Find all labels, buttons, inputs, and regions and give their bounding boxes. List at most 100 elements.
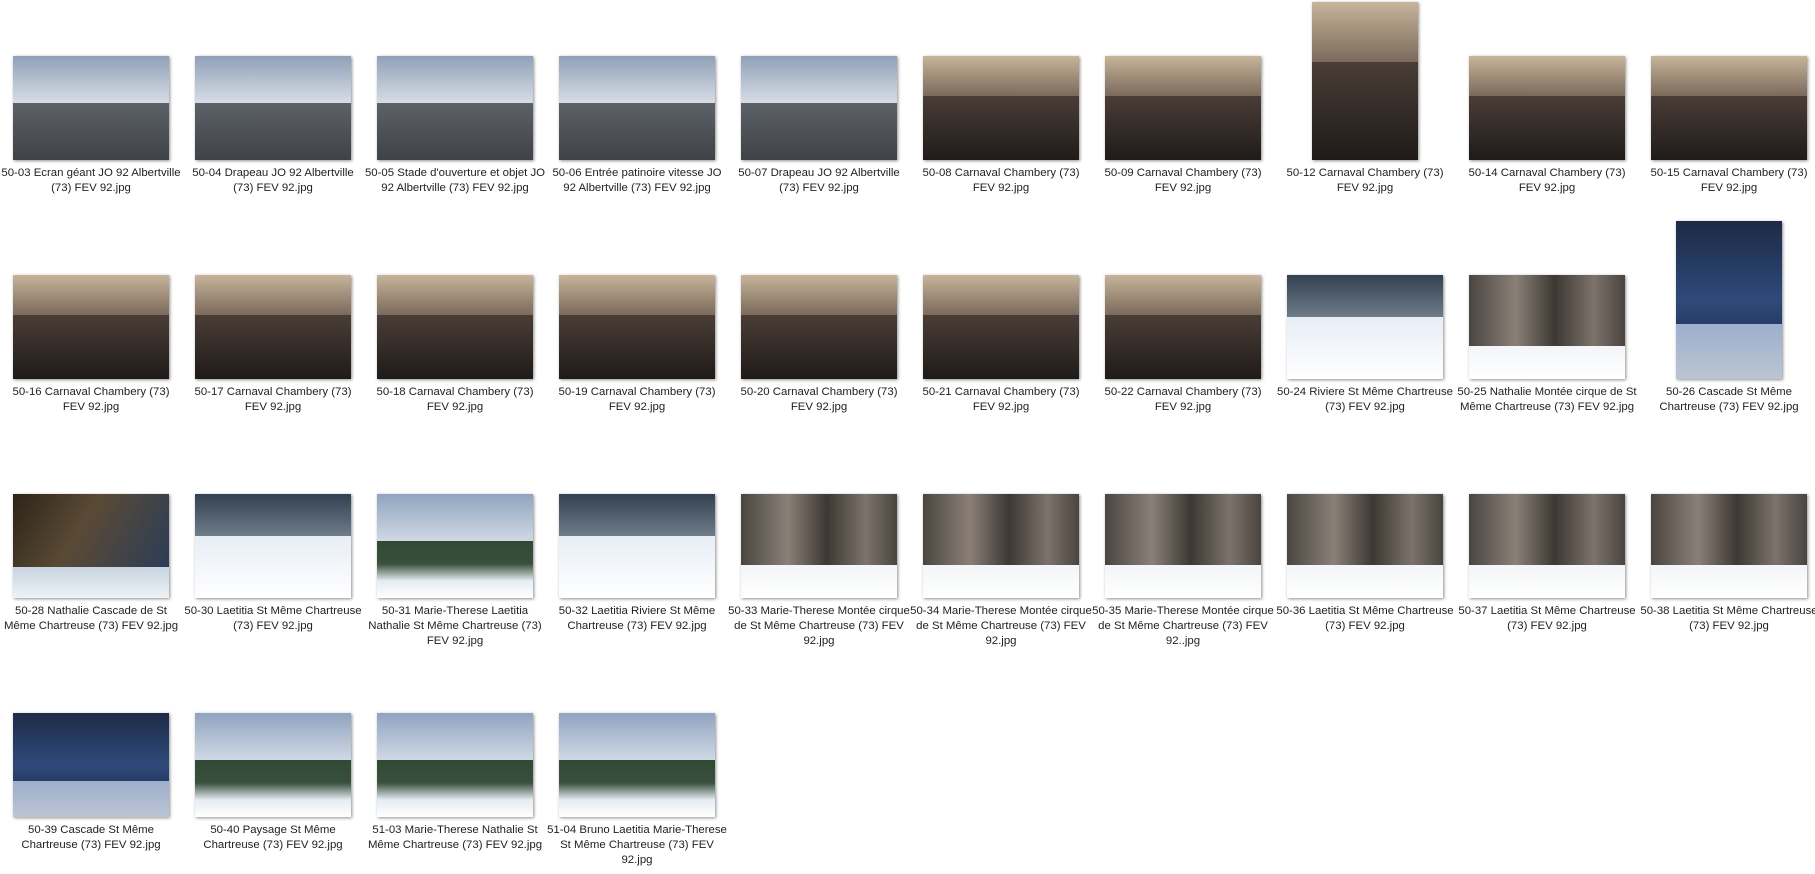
file-item[interactable]: 50-03 Ecran géant JO 92 Albertville (73)… <box>0 0 182 200</box>
photo-thumbnail[interactable] <box>1651 56 1807 160</box>
photo-thumbnail[interactable] <box>13 494 169 598</box>
photo-thumbnail[interactable] <box>923 56 1079 160</box>
photo-thumbnail[interactable] <box>1105 494 1261 598</box>
thumbnail-ground <box>13 314 169 379</box>
thumbnail-sky <box>195 56 351 103</box>
file-item[interactable]: 50-28 Nathalie Cascade de St Même Chartr… <box>0 438 182 638</box>
file-name-label: 50-34 Marie-Therese Montée cirque de St … <box>910 605 1092 647</box>
file-item[interactable]: 50-04 Drapeau JO 92 Albertville (73) FEV… <box>182 0 364 200</box>
file-item[interactable]: 50-26 Cascade St Même Chartreuse (73) FE… <box>1638 219 1815 419</box>
file-name-label: 50-05 Stade d'ouverture et objet JO 92 A… <box>364 167 546 194</box>
file-item[interactable]: 50-35 Marie-Therese Montée cirque de St … <box>1092 438 1274 647</box>
file-item[interactable]: 50-40 Paysage St Même Chartreuse (73) FE… <box>182 657 364 857</box>
file-item[interactable]: 51-04 Bruno Laetitia Marie-Therese St Mê… <box>546 657 728 866</box>
file-item[interactable]: 51-03 Marie-Therese Nathalie St Même Cha… <box>364 657 546 857</box>
photo-thumbnail[interactable] <box>13 275 169 379</box>
file-name-label: 50-22 Carnaval Chambery (73) FEV 92.jpg <box>1104 386 1262 413</box>
file-item[interactable]: 50-38 Laetitia St Même Chartreuse (73) F… <box>1638 438 1815 638</box>
photo-thumbnail[interactable] <box>377 713 533 817</box>
thumbnail-container <box>1456 438 1638 598</box>
photo-thumbnail[interactable] <box>377 275 533 379</box>
thumbnail-sky <box>195 713 351 760</box>
photo-thumbnail[interactable] <box>195 713 351 817</box>
photo-thumbnail[interactable] <box>1469 56 1625 160</box>
photo-thumbnail[interactable] <box>741 275 897 379</box>
file-item[interactable]: 50-30 Laetitia St Même Chartreuse (73) F… <box>182 438 364 638</box>
file-item[interactable]: 50-31 Marie-Therese Laetitia Nathalie St… <box>364 438 546 647</box>
thumbnail-container <box>364 0 546 160</box>
file-item[interactable]: 50-17 Carnaval Chambery (73) FEV 92.jpg <box>182 219 364 419</box>
photo-thumbnail[interactable] <box>923 494 1079 598</box>
file-item[interactable]: 50-06 Entrée patinoire vitesse JO 92 Alb… <box>546 0 728 200</box>
thumbnail-container <box>182 657 364 817</box>
file-name-label: 50-17 Carnaval Chambery (73) FEV 92.jpg <box>194 386 352 413</box>
photo-thumbnail[interactable] <box>1312 2 1418 160</box>
file-name-label: 50-40 Paysage St Même Chartreuse (73) FE… <box>203 824 343 851</box>
file-item[interactable]: 50-14 Carnaval Chambery (73) FEV 92.jpg <box>1456 0 1638 200</box>
photo-thumbnail[interactable] <box>1287 275 1443 379</box>
thumbnail-sky <box>377 56 533 103</box>
thumbnail-ground <box>1105 95 1261 160</box>
file-name-label: 50-36 Laetitia St Même Chartreuse (73) F… <box>1276 605 1454 632</box>
file-name-label: 50-03 Ecran géant JO 92 Albertville (73)… <box>1 167 181 194</box>
file-item[interactable]: 50-15 Carnaval Chambery (73) FEV 92.jpg <box>1638 0 1815 200</box>
file-item[interactable]: 50-12 Carnaval Chambery (73) FEV 92.jpg <box>1274 0 1456 200</box>
photo-thumbnail[interactable] <box>13 56 169 160</box>
thumbnail-container <box>1638 219 1815 379</box>
photo-thumbnail[interactable] <box>377 494 533 598</box>
photo-thumbnail[interactable] <box>1105 275 1261 379</box>
file-item[interactable]: 50-36 Laetitia St Même Chartreuse (73) F… <box>1274 438 1456 638</box>
photo-thumbnail[interactable] <box>1651 494 1807 598</box>
file-item[interactable]: 50-37 Laetitia St Même Chartreuse (73) F… <box>1456 438 1638 638</box>
photo-thumbnail[interactable] <box>1469 494 1625 598</box>
thumbnail-sky <box>13 275 169 315</box>
thumbnail-container <box>546 657 728 817</box>
file-item[interactable]: 50-18 Carnaval Chambery (73) FEV 92.jpg <box>364 219 546 419</box>
file-item[interactable]: 50-34 Marie-Therese Montée cirque de St … <box>910 438 1092 647</box>
photo-thumbnail[interactable] <box>13 713 169 817</box>
photo-thumbnail[interactable] <box>559 275 715 379</box>
file-item[interactable]: 50-21 Carnaval Chambery (73) FEV 92.jpg <box>910 219 1092 419</box>
file-item[interactable]: 50-20 Carnaval Chambery (73) FEV 92.jpg <box>728 219 910 419</box>
file-item[interactable]: 50-08 Carnaval Chambery (73) FEV 92.jpg <box>910 0 1092 200</box>
photo-thumbnail[interactable] <box>741 494 897 598</box>
thumbnail-ground <box>195 535 351 598</box>
photo-thumbnail[interactable] <box>559 56 715 160</box>
photo-thumbnail[interactable] <box>195 494 351 598</box>
photo-thumbnail[interactable] <box>923 275 1079 379</box>
thumbnail-container <box>182 438 364 598</box>
thumbnail-container <box>1456 219 1638 379</box>
thumbnail-sky <box>923 275 1079 315</box>
photo-thumbnail[interactable] <box>559 713 715 817</box>
file-name-label: 50-07 Drapeau JO 92 Albertville (73) FEV… <box>738 167 900 194</box>
photo-thumbnail[interactable] <box>559 494 715 598</box>
photo-thumbnail[interactable] <box>1287 494 1443 598</box>
thumbnail-ground <box>13 780 169 817</box>
thumbnail-container <box>1456 0 1638 160</box>
file-name-label: 50-32 Laetitia Riviere St Même Chartreus… <box>558 605 716 632</box>
photo-thumbnail[interactable] <box>1676 221 1782 379</box>
file-item[interactable]: 50-33 Marie-Therese Montée cirque de St … <box>728 438 910 647</box>
file-item[interactable]: 50-22 Carnaval Chambery (73) FEV 92.jpg <box>1092 219 1274 419</box>
file-item[interactable]: 50-39 Cascade St Même Chartreuse (73) FE… <box>0 657 182 857</box>
thumbnail-container <box>1638 438 1815 598</box>
file-item[interactable]: 50-16 Carnaval Chambery (73) FEV 92.jpg <box>0 219 182 419</box>
file-item[interactable]: 50-19 Carnaval Chambery (73) FEV 92.jpg <box>546 219 728 419</box>
thumbnail-container <box>0 0 182 160</box>
photo-thumbnail[interactable] <box>377 56 533 160</box>
file-item[interactable]: 50-24 Riviere St Même Chartreuse (73) FE… <box>1274 219 1456 419</box>
thumbnail-container <box>364 438 546 598</box>
file-item[interactable]: 50-07 Drapeau JO 92 Albertville (73) FEV… <box>728 0 910 200</box>
thumbnail-sky <box>377 275 533 315</box>
file-item[interactable]: 50-09 Carnaval Chambery (73) FEV 92.jpg <box>1092 0 1274 200</box>
file-item[interactable]: 50-25 Nathalie Montée cirque de St Même … <box>1456 219 1638 419</box>
photo-thumbnail[interactable] <box>741 56 897 160</box>
file-item[interactable]: 50-32 Laetitia Riviere St Même Chartreus… <box>546 438 728 638</box>
photo-thumbnail[interactable] <box>195 56 351 160</box>
photo-thumbnail[interactable] <box>1469 275 1625 379</box>
photo-thumbnail[interactable] <box>1105 56 1261 160</box>
thumbnail-container <box>1274 438 1456 598</box>
thumbnail-ground <box>559 759 715 817</box>
file-item[interactable]: 50-05 Stade d'ouverture et objet JO 92 A… <box>364 0 546 200</box>
photo-thumbnail[interactable] <box>195 275 351 379</box>
